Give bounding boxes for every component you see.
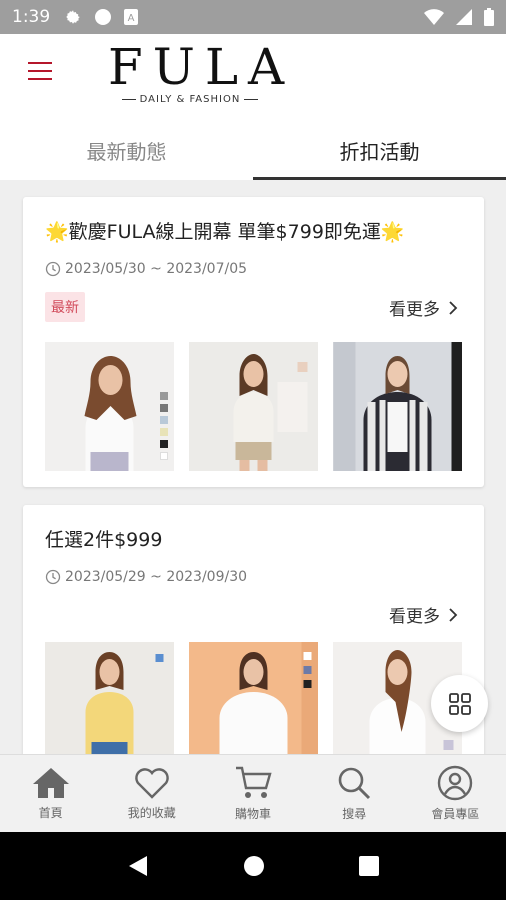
model-photo [333, 342, 462, 471]
tab-latest-news[interactable]: 最新動態 [0, 120, 253, 180]
see-more-link[interactable]: 看更多 [389, 295, 458, 320]
nav-favorites-label: 我的收藏 [127, 806, 176, 820]
model-photo [84, 356, 136, 471]
product-thumbnails [45, 342, 462, 471]
product-thumbnail[interactable] [333, 342, 462, 471]
event-card[interactable]: 任選2件$999 2023/05/29 ~ 2023/09/30 看更多 [23, 505, 484, 754]
home-button-icon[interactable] [243, 855, 265, 877]
event-title: 🌟歡慶FULA線上開幕 單筆$799即免運🌟 [45, 221, 405, 243]
model-photo [233, 354, 307, 471]
grid-icon [448, 692, 471, 715]
nav-member[interactable]: 會員專區 [405, 755, 506, 832]
back-icon[interactable] [127, 854, 149, 878]
user-icon [438, 765, 473, 801]
event-date-row: 2023/05/30 ~ 2023/07/05 [45, 261, 247, 277]
search-icon [338, 767, 371, 800]
model-photo [85, 652, 163, 754]
chevron-right-icon [449, 607, 458, 622]
brand-name: FULA [108, 38, 295, 96]
event-title: 任選2件$999 [45, 529, 163, 551]
event-card[interactable]: 🌟歡慶FULA線上開幕 單筆$799即免運🌟 2023/05/30 ~ 2023… [23, 197, 484, 487]
product-thumbnail[interactable] [189, 342, 318, 471]
color-swatches [160, 392, 168, 460]
app-header: FULA DAILY & FASHION [0, 34, 506, 120]
product-thumbnail[interactable] [45, 642, 174, 754]
product-thumbnail[interactable] [189, 642, 318, 754]
system-navigation-bar [0, 832, 506, 900]
svg-text:A: A [128, 13, 135, 24]
settings-status-icon [66, 10, 80, 24]
see-more-link[interactable]: 看更多 [389, 602, 458, 627]
tab-bar: 最新動態 折扣活動 [0, 120, 506, 180]
nav-member-label: 會員專區 [431, 807, 480, 821]
heart-icon [135, 768, 169, 799]
nav-home-label: 首頁 [38, 806, 63, 820]
product-thumbnail[interactable] [45, 342, 174, 471]
chevron-right-icon [449, 300, 458, 315]
a-status-icon: A [124, 9, 139, 25]
recents-icon[interactable] [359, 856, 379, 876]
clock-icon [45, 261, 61, 277]
bottom-navigation: 首頁 我的收藏 購物車 搜尋 會員專區 [0, 754, 506, 832]
new-badge: 最新 [45, 292, 85, 322]
cart-icon [236, 766, 272, 798]
see-more-label: 看更多 [389, 607, 440, 627]
brand-logo: FULA DAILY & FASHION [108, 38, 295, 105]
tab-discount-events[interactable]: 折扣活動 [253, 120, 506, 180]
event-date-row: 2023/05/29 ~ 2023/09/30 [45, 569, 247, 585]
menu-icon[interactable] [28, 62, 52, 82]
nav-favorites[interactable]: 我的收藏 [101, 755, 202, 832]
brand-tagline: DAILY & FASHION [139, 94, 241, 105]
see-more-label: 看更多 [389, 300, 440, 320]
nav-cart[interactable]: 購物車 [202, 755, 303, 832]
model-photo [219, 642, 318, 754]
event-list: 🌟歡慶FULA線上開幕 單筆$799即免運🌟 2023/05/30 ~ 2023… [0, 180, 506, 754]
nav-cart-label: 購物車 [235, 807, 272, 821]
status-time: 1:39 [12, 7, 51, 27]
clock-icon [45, 569, 61, 585]
nav-home[interactable]: 首頁 [0, 755, 101, 832]
event-date: 2023/05/29 ~ 2023/09/30 [65, 569, 248, 585]
nav-search[interactable]: 搜尋 [304, 755, 405, 832]
status-bar: 1:39 A [0, 0, 506, 34]
battery-icon [484, 8, 494, 26]
signal-icon [456, 9, 472, 25]
wifi-icon [424, 9, 444, 25]
circle-status-icon [95, 9, 112, 25]
product-thumbnails [45, 642, 462, 754]
event-date: 2023/05/30 ~ 2023/07/05 [65, 261, 248, 277]
nav-search-label: 搜尋 [342, 807, 367, 821]
grid-view-button[interactable] [431, 675, 488, 732]
home-icon [32, 768, 69, 798]
